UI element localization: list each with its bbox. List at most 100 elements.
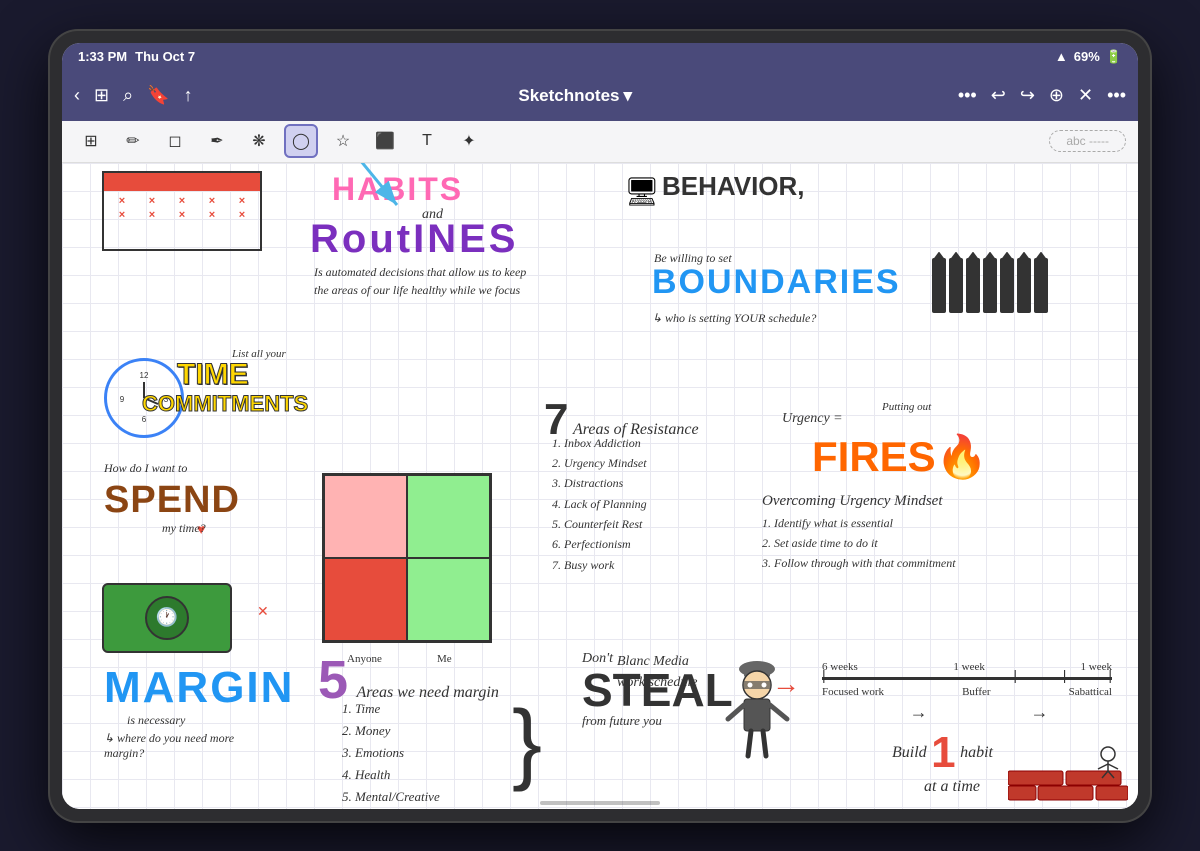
calendar-grid: ××××× ××××× (104, 191, 260, 229)
blanc-schedule-text: Blanc Media work schedule (617, 651, 697, 693)
ipad-screen: 1:33 PM Thu Oct 7 ▲ 69% 🔋 ‹ ⊞ ⌕ 🔖 ↑ Sket… (62, 43, 1138, 809)
at-a-time-text: at a time (924, 778, 993, 796)
money-circle: 🕐 (145, 596, 189, 640)
red-arrow: → (772, 668, 800, 700)
area-item-2: 2. Urgency Mindset (552, 453, 647, 473)
timeline-labels: 6 weeks 1 week 1 week (822, 661, 1112, 673)
behavior-title: BEHAVIOR, (662, 171, 805, 202)
where-margin-text: ↳ where do you need more margin? (104, 731, 264, 761)
bookmark-button[interactable]: 🔖 (147, 85, 169, 106)
redo-button[interactable]: ↪ (1020, 85, 1035, 106)
matrix-grid (322, 473, 492, 643)
toolbar: ⊞ ✏ ◻ ✒ ❋ ◯ ☆ ⬛ T ✦ abc ----- (62, 121, 1138, 163)
nav-bar: ‹ ⊞ ⌕ 🔖 ↑ Sketchnotes ▾ ••• ↩ ↪ ⊕ ✕ ••• (62, 71, 1138, 121)
routines-title: RoutINES (310, 217, 518, 262)
eraser-tool-button[interactable]: ◻ (158, 124, 192, 158)
matrix-cell-tl (324, 475, 407, 558)
boundaries-title: BOUNDARIES (652, 263, 901, 302)
my-time-text: my time? (162, 521, 206, 536)
close-button[interactable]: ✕ (1078, 85, 1093, 106)
more-dots-icon: ••• (958, 85, 977, 106)
area-item-1: 1. Inbox Addiction (552, 433, 647, 453)
timeline-row-labels: Focused work Buffer Sabattical (822, 686, 1112, 698)
fires-title: FIRES🔥 (812, 433, 988, 482)
calendar-header (104, 173, 260, 191)
wifi-icon: ▲ (1055, 49, 1068, 64)
pencil-tool-button[interactable]: ✏ (116, 124, 150, 158)
time-display: 1:33 PM (78, 49, 127, 64)
marker-tool-button[interactable]: ✒ (200, 124, 234, 158)
margin-item-5: 5. Mental/Creative (342, 786, 440, 808)
stylus-tool-button[interactable]: ✦ (452, 124, 486, 158)
matrix-cell-bl (324, 558, 407, 641)
areas-list: 1. Inbox Addiction 2. Urgency Mindset 3.… (552, 433, 647, 576)
auto-label: abc ----- (1049, 130, 1126, 152)
add-page-button[interactable]: ⊕ (1049, 85, 1064, 106)
focused-arrow: → (822, 702, 1015, 723)
timeline-arrows: → → (822, 702, 1112, 723)
back-button[interactable]: ‹ (74, 85, 80, 106)
urgency-text: Urgency = (782, 411, 843, 427)
status-bar: 1:33 PM Thu Oct 7 ▲ 69% 🔋 (62, 43, 1138, 71)
timeline-area: 6 weeks 1 week 1 week | | | | Focused wo… (822, 661, 1112, 723)
overcoming-item-3: 3. Follow through with that commitment (762, 553, 956, 573)
margin-item-4: 4. Health (342, 764, 440, 786)
overflow-menu-button[interactable]: ••• (1107, 85, 1126, 106)
brick-wall-illustration (1008, 736, 1128, 801)
text-tool-button[interactable]: T (410, 124, 444, 158)
battery-icon: 🔋 (1106, 49, 1122, 65)
area-item-6: 6. Perfectionism (552, 534, 647, 554)
habit-number: 1 (931, 728, 955, 777)
who-setting-text: ↳ who is setting YOUR schedule? (652, 311, 816, 326)
margin-item-2: 2. Money (342, 720, 440, 742)
blanc-line1: Blanc Media (617, 651, 697, 672)
timeline-label-3: 1 week (1081, 661, 1112, 673)
ipad-frame: 1:33 PM Thu Oct 7 ▲ 69% 🔋 ‹ ⊞ ⌕ 🔖 ↑ Sket… (50, 31, 1150, 821)
overcoming-list: 1. Identify what is essential 2. Set asi… (762, 513, 956, 574)
search-button[interactable]: ⌕ (123, 85, 133, 106)
margin-title: MARGIN (104, 663, 294, 713)
color-tool-button[interactable]: ❋ (242, 124, 276, 158)
matrix-cell-br (407, 558, 490, 641)
time-title: TIME (177, 358, 249, 392)
status-left: 1:33 PM Thu Oct 7 (78, 49, 195, 64)
putting-out-text: Putting out (882, 401, 931, 413)
timeline-bar: | | | | (822, 677, 1112, 680)
date-display: Thu Oct 7 (135, 49, 195, 64)
spend-title: SPEND (104, 479, 240, 522)
sabattical-arrow (1064, 702, 1112, 723)
area-item-4: 4. Lack of Planning (552, 494, 647, 514)
blanc-line2: work schedule (617, 672, 697, 693)
blue-arrow-annotation (322, 163, 442, 213)
timeline-label-1: 6 weeks (822, 661, 858, 673)
home-indicator (540, 801, 660, 805)
build-habit-section: Build 1 habit at a time (892, 728, 993, 796)
dropdown-chevron[interactable]: ▾ (623, 86, 632, 106)
x-mark-icon: ✕ (257, 603, 269, 620)
margin-item-3: 3. Emotions (342, 742, 440, 764)
how-do-text: How do I want to (104, 461, 187, 476)
image-tool-button[interactable]: ⊞ (74, 124, 108, 158)
nav-center: Sketchnotes ▾ (518, 86, 632, 106)
fence-illustration (932, 258, 1048, 313)
nav-right: ••• ↩ ↪ ⊕ ✕ ••• (958, 85, 1126, 106)
overcoming-item-2: 2. Set aside time to do it (762, 533, 956, 553)
lasso-tool-button[interactable]: ◯ (284, 124, 318, 158)
overcoming-item-1: 1. Identify what is essential (762, 513, 956, 533)
overcoming-title: Overcoming Urgency Mindset (762, 493, 943, 510)
sabattical-label: Sabattical (1069, 686, 1112, 698)
svg-text:12: 12 (140, 371, 149, 380)
share-button[interactable]: ↑ (184, 85, 193, 106)
status-right: ▲ 69% 🔋 (1055, 49, 1122, 65)
five-list: 1. Time 2. Money 3. Emotions 4. Health 5… (342, 698, 440, 808)
nav-left: ‹ ⊞ ⌕ 🔖 ↑ (74, 85, 193, 106)
habit-rest-text: habit (960, 744, 993, 761)
focused-work-label: Focused work (822, 686, 884, 698)
photo-tool-button[interactable]: ⬛ (368, 124, 402, 158)
margin-subtitle: is necessary (127, 713, 185, 728)
matrix-cell-tr (407, 475, 490, 558)
star-tool-button[interactable]: ☆ (326, 124, 360, 158)
grid-view-button[interactable]: ⊞ (94, 85, 109, 106)
undo-button[interactable]: ↩ (991, 85, 1006, 106)
brace-symbol: } (512, 698, 542, 788)
